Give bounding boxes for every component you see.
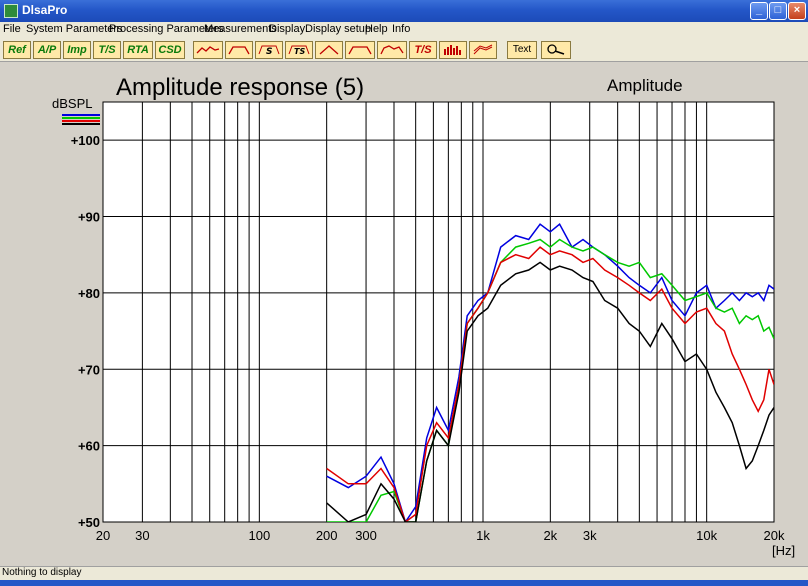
x-tick-labels: 20 30 100 200 300 1k 2k 3k 10k 20k	[96, 528, 785, 543]
x-axis-label: [Hz]	[772, 543, 795, 558]
response-icon	[228, 46, 250, 55]
ts-plot-button[interactable]: T/S	[409, 41, 437, 59]
triangle-button[interactable]	[315, 41, 343, 59]
svg-text:TS: TS	[294, 47, 305, 56]
x-tick-label: 20	[96, 528, 110, 543]
waterfall-icon	[473, 44, 493, 55]
taskbar-strip	[0, 580, 808, 586]
ts-button[interactable]: T/S	[93, 41, 121, 59]
ap-button[interactable]: A/P	[33, 41, 61, 59]
menu-bar: File System Parameters Processing Parame…	[0, 22, 808, 38]
legend-swatches	[62, 114, 100, 125]
maximize-button[interactable]: □	[769, 2, 787, 20]
amplitude-icon-button[interactable]	[193, 41, 223, 59]
toolbar: Ref A/P Imp T/S RTA CSD S TS T/S Text	[0, 38, 808, 62]
y-axis-label: dBSPL	[52, 96, 92, 111]
response-icon-button[interactable]	[225, 41, 253, 59]
bracket-icon	[380, 45, 404, 55]
impulse-ts-button[interactable]: TS	[285, 41, 313, 59]
title-bar: DlsaPro _ □ ×	[0, 0, 808, 22]
chart-title: Amplitude response (5)	[116, 74, 364, 101]
step-icon	[348, 46, 372, 55]
y-tick-label: +70	[78, 362, 100, 377]
x-tick-label: 2k	[543, 528, 557, 543]
close-button[interactable]: ×	[788, 2, 806, 20]
app-icon	[4, 4, 18, 18]
imp-button[interactable]: Imp	[63, 41, 91, 59]
status-bar: Nothing to display	[0, 566, 808, 580]
csd-waterfall-button[interactable]	[469, 41, 497, 59]
impulse-s-icon: S	[258, 45, 280, 56]
magnifier-icon	[547, 44, 565, 55]
y-tick-label: +60	[78, 439, 100, 454]
triangle-icon	[319, 45, 339, 55]
svg-text:S: S	[266, 47, 272, 56]
menu-measurements[interactable]: Measurements	[204, 23, 277, 35]
impulse-ts-icon: TS	[288, 45, 310, 56]
menu-display-setup[interactable]: Display setup	[305, 23, 371, 35]
y-tick-labels: +50+60+70+80+90+100	[71, 133, 100, 530]
x-tick-label: 30	[135, 528, 149, 543]
x-tick-label: 10k	[696, 528, 717, 543]
y-tick-label: +100	[71, 133, 100, 148]
chart-subtitle: Amplitude	[607, 76, 683, 95]
impulse-s-button[interactable]: S	[255, 41, 283, 59]
x-tick-label: 3k	[583, 528, 597, 543]
x-tick-label: 300	[355, 528, 377, 543]
menu-file[interactable]: File	[3, 23, 21, 35]
menu-display[interactable]: Display	[269, 23, 305, 35]
menu-help[interactable]: Help	[365, 23, 388, 35]
text-button[interactable]: Text	[507, 41, 537, 59]
plot-background	[103, 102, 774, 522]
window-title: DlsaPro	[22, 3, 68, 17]
rta-button[interactable]: RTA	[123, 41, 153, 59]
x-tick-label: 1k	[476, 528, 490, 543]
csd-button[interactable]: CSD	[155, 41, 185, 59]
status-text: Nothing to display	[2, 567, 82, 578]
zoom-button[interactable]	[541, 41, 571, 59]
x-tick-label: 100	[248, 528, 270, 543]
ref-button[interactable]: Ref	[3, 41, 31, 59]
bar-chart-icon	[444, 45, 461, 55]
y-tick-label: +80	[78, 286, 100, 301]
rta-bars-button[interactable]	[439, 41, 467, 59]
plot-area: Amplitude response (5) Amplitude dBSPL […	[0, 62, 808, 566]
bracket-button[interactable]	[377, 41, 407, 59]
amplitude-chart: Amplitude response (5) Amplitude dBSPL […	[52, 74, 795, 558]
menu-info[interactable]: Info	[392, 23, 410, 35]
amplitude-icon	[196, 46, 220, 54]
x-tick-label: 20k	[764, 528, 785, 543]
y-tick-label: +90	[78, 210, 100, 225]
minimize-button[interactable]: _	[750, 2, 768, 20]
x-tick-label: 200	[316, 528, 338, 543]
step-button[interactable]	[345, 41, 375, 59]
